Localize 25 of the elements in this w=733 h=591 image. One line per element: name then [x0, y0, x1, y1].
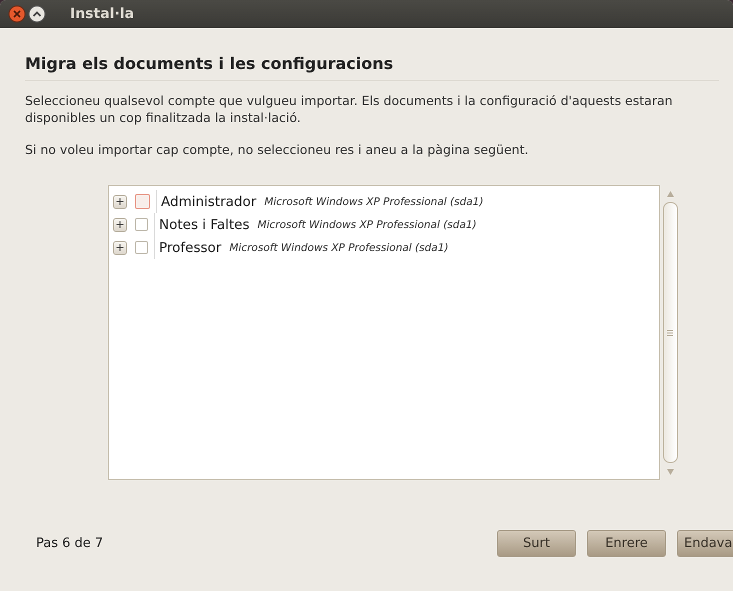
- checkbox[interactable]: [135, 194, 150, 209]
- scroll-down-icon[interactable]: [666, 469, 674, 475]
- description-text: Si no voleu importar cap compte, no seleccioneu res i aneu a la pàgina següent.: [25, 141, 530, 158]
- expander-button[interactable]: +: [113, 218, 127, 232]
- maximize-icon[interactable]: [28, 5, 46, 23]
- step-label: Pas 6 de 7: [36, 536, 104, 551]
- account-name: Professor: [159, 240, 222, 256]
- expander-button[interactable]: +: [113, 240, 127, 254]
- system-label: Microsoft Windows XP Professional (sda1): [258, 218, 477, 230]
- checkbox[interactable]: [135, 241, 148, 254]
- description-text: Seleccioneu qualsevol compte que vulgueu importar. Els documents i la configuració d'aquests estaran disponibles un cop finalitzada la instal·lació.: [25, 92, 674, 126]
- account-name: Notes i Faltes: [159, 216, 250, 232]
- system-label: Microsoft Windows XP Professional (sda1): [264, 196, 484, 208]
- scroll-up-icon[interactable]: [666, 191, 674, 197]
- nav-button[interactable]: Endava: [677, 530, 733, 557]
- page-heading: Migra els documents i les configuracions: [25, 54, 719, 81]
- checkbox[interactable]: [135, 218, 148, 231]
- nav-button[interactable]: Enrere: [587, 530, 666, 557]
- scrollbar-thumb[interactable]: [662, 202, 678, 463]
- nav-button[interactable]: Surt: [497, 530, 576, 557]
- expander-button[interactable]: +: [113, 194, 127, 208]
- close-icon[interactable]: [8, 5, 26, 23]
- account-name: Administrador: [161, 194, 256, 210]
- window-title: Instal·la: [70, 6, 134, 22]
- system-label: Microsoft Windows XP Professional (sda1): [229, 242, 448, 254]
